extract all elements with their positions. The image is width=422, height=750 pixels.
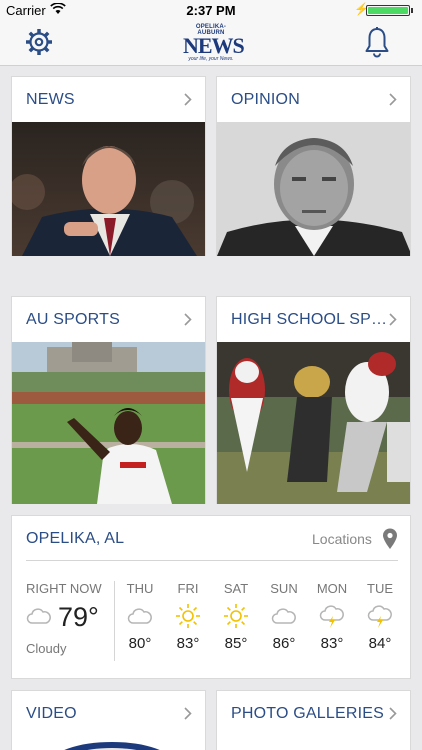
forecast-divider (114, 581, 115, 661)
gear-icon[interactable] (24, 27, 54, 57)
chevron-right-icon (389, 707, 397, 720)
thunderstorm-icon (319, 605, 344, 628)
sun-icon (224, 604, 248, 628)
section-card-photo-galleries[interactable]: PHOTO GALLERIES (216, 690, 411, 750)
card-title: AU SPORTS (26, 311, 120, 328)
newspaper-logo: OPELIKA-AUBURN NEWS your life, your News… (183, 24, 245, 62)
chevron-right-icon (184, 93, 192, 106)
card-header[interactable]: OPINION (217, 77, 410, 122)
current-temperature: 79° (58, 602, 99, 632)
news-photo[interactable] (12, 122, 205, 256)
card-header[interactable]: AU SPORTS (12, 297, 205, 342)
section-card-high-school-sports[interactable]: HIGH SCHOOL SP… (216, 296, 411, 504)
video-thumbnail[interactable] (12, 736, 205, 750)
forecast-temperature: 86° (272, 635, 296, 652)
bell-icon[interactable] (363, 26, 391, 58)
cloud-icon (26, 608, 51, 624)
forecast-day: THU 80° (116, 581, 164, 652)
card-title: OPINION (231, 91, 300, 108)
forecast-day: SAT 85° (212, 581, 260, 652)
forecast-day-label: FRI (177, 581, 199, 596)
cloud-icon (127, 608, 152, 624)
forecast-day: SUN 86° (260, 581, 308, 652)
chevron-right-icon (184, 313, 192, 326)
au-sports-photo[interactable] (12, 342, 205, 504)
forecast-day: FRI 83° (164, 581, 212, 652)
locations-link[interactable]: Locations (312, 531, 372, 547)
forecast-temperature: 83° (176, 635, 200, 652)
chevron-right-icon (389, 93, 397, 106)
section-card-au-sports[interactable]: AU SPORTS (11, 296, 206, 504)
cloud-icon (271, 608, 296, 624)
forecast-day: MON 83° (308, 581, 356, 652)
forecast-temperature: 83° (320, 635, 344, 652)
card-header[interactable]: VIDEO (12, 691, 205, 736)
card-title: HIGH SCHOOL SP… (231, 311, 388, 328)
current-condition: Cloudy (26, 641, 67, 656)
forecast-temperature: 80° (128, 635, 152, 652)
section-card-opinion[interactable]: OPINION (216, 76, 411, 256)
weather-divider (26, 560, 398, 561)
nav-bar: OPELIKA-AUBURN NEWS your life, your News… (0, 20, 422, 66)
section-card-video[interactable]: VIDEO (11, 690, 206, 750)
forecast-day-label: SUN (270, 581, 298, 596)
card-header[interactable]: PHOTO GALLERIES (217, 691, 410, 736)
opinion-photo[interactable] (217, 122, 410, 256)
forecast-day: TUE 84° (356, 581, 404, 652)
card-title: NEWS (26, 91, 75, 108)
forecast-day-label: MON (316, 581, 348, 596)
location-pin-icon[interactable] (382, 528, 398, 550)
forecast-day-label: SAT (223, 581, 249, 596)
status-bar: Carrier 2:37 PM ⚡ (0, 0, 422, 20)
forecast-day-label: THU (126, 581, 154, 596)
section-card-news[interactable]: NEWS (11, 76, 206, 256)
weather-widget[interactable]: OPELIKA, AL Locations RIGHT NOW 79° Clou… (11, 515, 411, 679)
card-title: VIDEO (26, 705, 77, 722)
weather-city: OPELIKA, AL (26, 530, 125, 547)
forecast-temperature: 84° (368, 635, 392, 652)
card-header[interactable]: HIGH SCHOOL SP… (217, 297, 410, 342)
card-title: PHOTO GALLERIES (231, 705, 384, 722)
chevron-right-icon (389, 313, 397, 326)
card-header[interactable]: NEWS (12, 77, 205, 122)
chevron-right-icon (184, 707, 192, 720)
logo-tagline: your life, your News. (188, 56, 234, 62)
forecast-temperature: 85° (224, 635, 248, 652)
sun-icon (176, 604, 200, 628)
battery-icon (366, 5, 410, 16)
thunderstorm-icon (367, 605, 392, 628)
battery-tip (411, 8, 413, 13)
high-school-sports-photo[interactable] (217, 342, 410, 504)
logo-wordmark: NEWS (183, 33, 245, 58)
right-now-label: RIGHT NOW (26, 581, 102, 596)
forecast-day-label: TUE (367, 581, 393, 596)
